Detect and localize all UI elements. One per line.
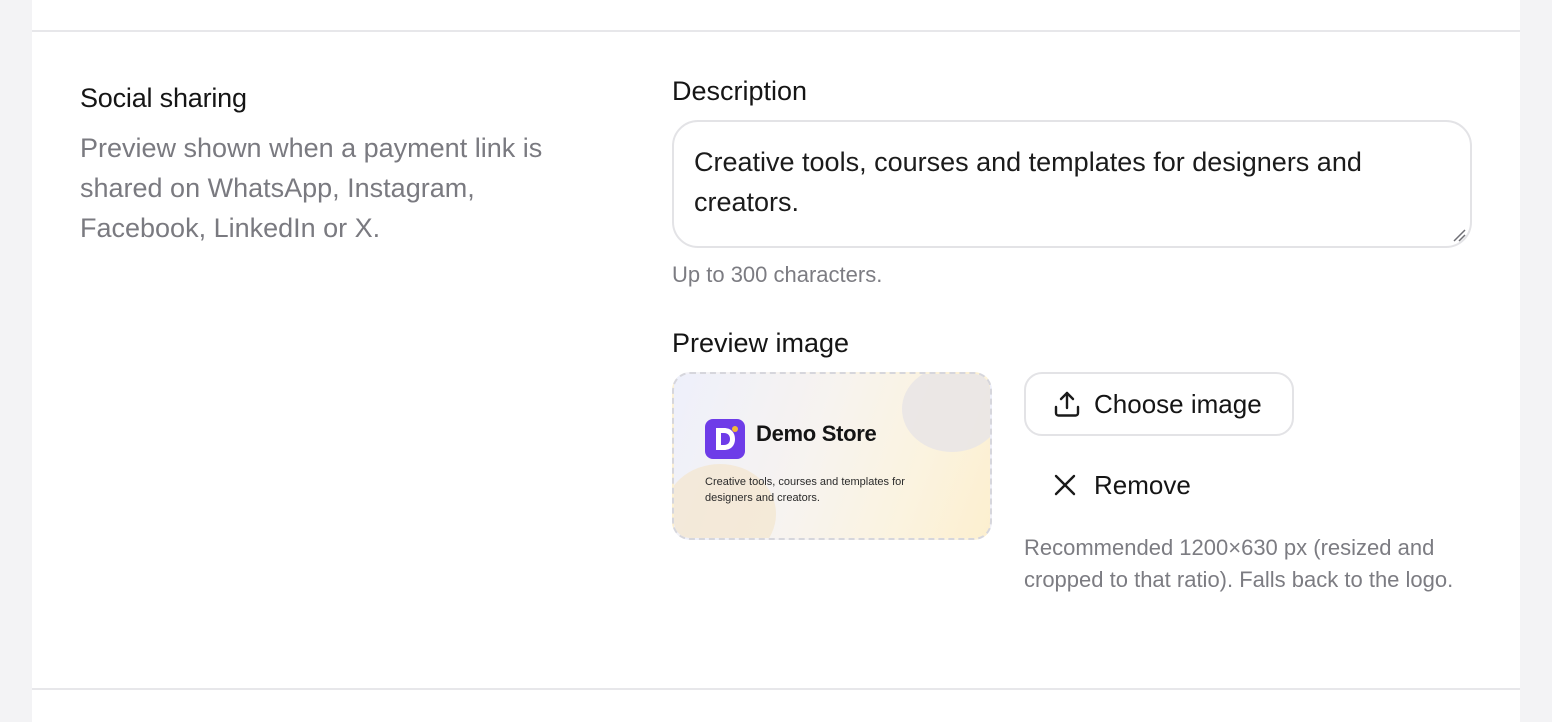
upload-icon	[1054, 391, 1080, 417]
resize-grip-icon[interactable]	[1452, 228, 1466, 242]
description-label: Description	[672, 76, 808, 106]
remove-button[interactable]: Remove	[1024, 454, 1207, 516]
store-name: Demo Store	[756, 421, 877, 446]
top-divider	[32, 30, 1520, 32]
choose-image-button[interactable]: Choose image	[1024, 372, 1294, 436]
description-helper: Up to 300 characters.	[672, 262, 883, 287]
preview-image-label: Preview image	[672, 328, 850, 358]
close-icon	[1054, 474, 1076, 496]
bottom-divider	[32, 688, 1520, 690]
section-title: Social sharing	[80, 83, 247, 113]
description-value: Creative tools, courses and templates fo…	[694, 147, 1362, 217]
section-description: Preview shown when a payment link is sha…	[80, 133, 543, 243]
choose-image-label: Choose image	[1094, 388, 1262, 419]
preview-description: Creative tools, courses and templates fo…	[705, 476, 905, 504]
store-logo-icon	[705, 419, 745, 459]
remove-label: Remove	[1094, 469, 1191, 500]
recommendation-text: Recommended 1200×630 px (resized and cro…	[1024, 535, 1454, 592]
decor-circle	[902, 374, 990, 452]
description-textarea[interactable]: Creative tools, courses and templates fo…	[672, 120, 1472, 248]
preview-image[interactable]: Demo Store Creative tools, courses and t…	[672, 372, 992, 540]
settings-card: Social sharing Preview shown when a paym…	[32, 0, 1520, 722]
